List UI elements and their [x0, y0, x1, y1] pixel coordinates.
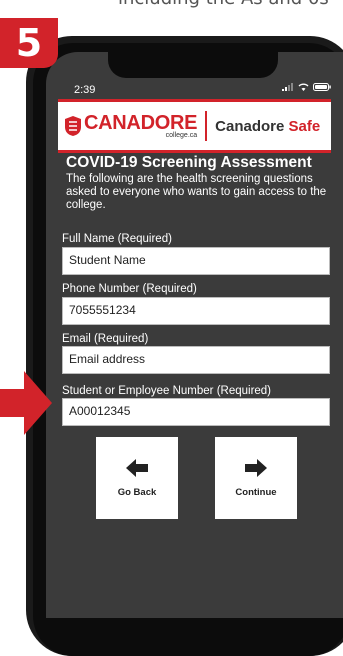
- canadore-logo-icon: [65, 116, 81, 136]
- phone-screen: 2:39 CANADORE college.ca Canadore Safe C…: [46, 52, 343, 618]
- arrow-right-icon: [245, 458, 267, 477]
- student-number-label: Student or Employee Number (Required): [62, 385, 272, 397]
- continue-label: Continue: [235, 486, 277, 498]
- email-input[interactable]: Email address: [62, 346, 330, 374]
- student-number-input[interactable]: A00012345: [62, 398, 330, 426]
- pointer-arrow-icon: [0, 371, 52, 435]
- app-title-accent: Safe: [288, 117, 321, 135]
- go-back-button[interactable]: Go Back: [96, 437, 178, 519]
- battery-icon: [313, 83, 331, 91]
- go-back-label: Go Back: [117, 486, 157, 498]
- phone-number-input[interactable]: 7055551234: [62, 297, 330, 325]
- wifi-icon: [298, 83, 309, 91]
- app-title-main: Canadore: [215, 117, 285, 135]
- page-title: COVID-19 Screening Assessment: [66, 154, 312, 171]
- app-title: Canadore Safe: [215, 118, 320, 135]
- signal-icon: [282, 83, 293, 91]
- intro-text: The following are the health screening q…: [66, 173, 327, 211]
- arrow-left-icon: [126, 458, 148, 477]
- status-icons: [282, 83, 331, 91]
- instruction-caption: including the As and 0s: [118, 0, 343, 9]
- logo-name: CANADORE: [84, 112, 198, 134]
- header-divider: [205, 111, 208, 141]
- phone-notch: [108, 52, 278, 78]
- logo-subtext: college.ca: [165, 132, 198, 139]
- status-time: 2:39: [74, 84, 96, 96]
- full-name-input[interactable]: Student Name: [62, 247, 330, 275]
- full-name-label: Full Name (Required): [62, 233, 172, 245]
- college-logo: CANADORE college.ca: [84, 113, 197, 139]
- app-header: CANADORE college.ca Canadore Safe: [58, 99, 331, 153]
- phone-number-label: Phone Number (Required): [62, 283, 197, 295]
- step-badge: 5: [0, 18, 58, 68]
- continue-button[interactable]: Continue: [215, 437, 297, 519]
- email-label: Email (Required): [62, 333, 149, 345]
